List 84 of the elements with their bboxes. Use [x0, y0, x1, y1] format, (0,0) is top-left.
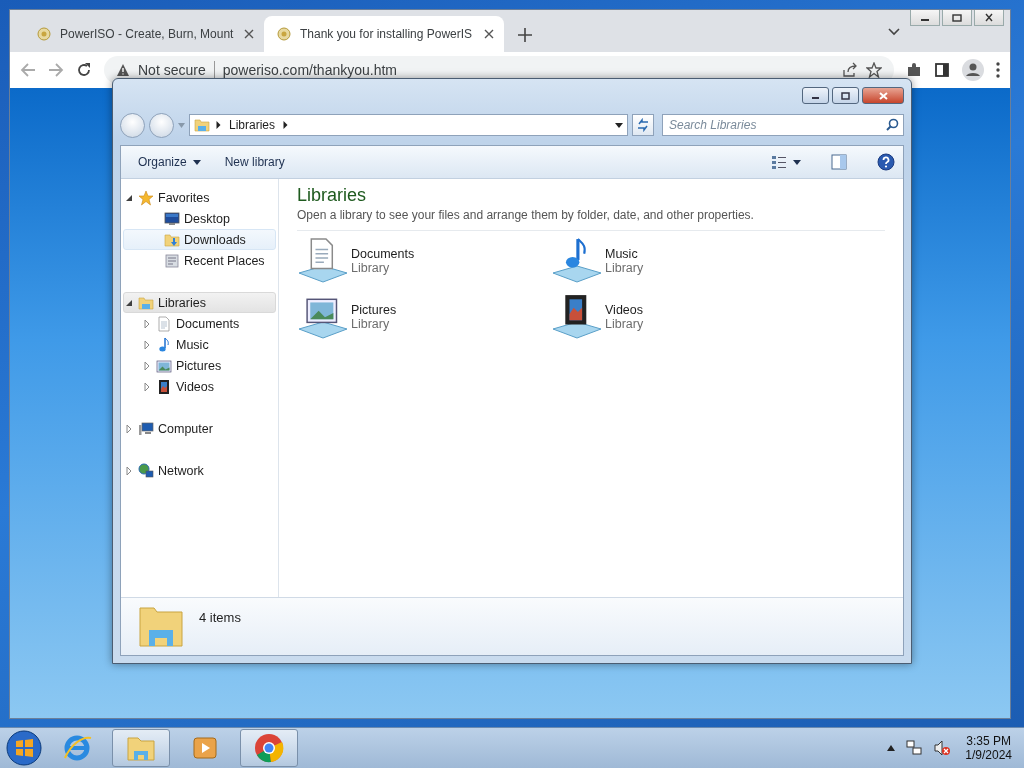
- minimize-button[interactable]: [802, 87, 829, 104]
- star-icon: [138, 189, 154, 206]
- caret-icon[interactable]: [793, 159, 801, 165]
- close-button[interactable]: [862, 87, 904, 104]
- taskbar-app[interactable]: [240, 729, 298, 767]
- volume-muted-icon[interactable]: [933, 739, 952, 757]
- view-options-icon[interactable]: [771, 154, 787, 170]
- picture-icon: [156, 357, 172, 374]
- clock-date: 1/9/2024: [965, 748, 1012, 762]
- nav-item[interactable]: Recent Places: [123, 250, 276, 271]
- nav-item[interactable]: Libraries: [123, 292, 276, 313]
- globe-icon: [276, 26, 292, 42]
- network-icon[interactable]: [905, 739, 924, 757]
- star-outline-icon[interactable]: [866, 62, 882, 78]
- help-icon[interactable]: [877, 153, 895, 171]
- minimize-button[interactable]: [910, 10, 940, 26]
- more-menu-icon[interactable]: [996, 62, 1000, 78]
- library-folder-icon: [138, 294, 154, 311]
- restore-button[interactable]: [942, 10, 972, 26]
- restore-icon: [951, 13, 963, 22]
- browser-tab[interactable]: PowerISO - Create, Burn, Mount: [24, 16, 264, 52]
- network-icon: [138, 462, 154, 479]
- address-field[interactable]: Libraries: [189, 114, 628, 136]
- search-icon[interactable]: [886, 118, 899, 131]
- breadcrumb-arrow-icon[interactable]: [283, 121, 289, 129]
- folder-arrow-icon: [164, 231, 180, 248]
- browser-tab[interactable]: Thank you for installing PowerIS: [264, 16, 504, 52]
- side-panel-icon[interactable]: [934, 62, 950, 78]
- chrome-logo-icon: [253, 732, 285, 764]
- close-icon: [983, 13, 995, 22]
- up-arrow-icon[interactable]: [887, 745, 896, 751]
- library-type: Library: [351, 261, 391, 275]
- window-list-icon: [164, 252, 180, 269]
- breadcrumb-arrow-icon[interactable]: [216, 121, 221, 129]
- toolbar-button[interactable]: New library: [215, 151, 294, 173]
- nav-item[interactable]: Favorites: [123, 187, 276, 208]
- share-icon[interactable]: [842, 62, 858, 78]
- dropdown-caret-icon[interactable]: [615, 122, 623, 128]
- start-button[interactable]: [6, 730, 42, 766]
- nav-item[interactable]: Videos: [123, 376, 276, 397]
- library-type: Library: [605, 261, 644, 275]
- library-folder-icon: [194, 117, 210, 133]
- library-name: Music: [605, 247, 639, 261]
- refresh-icon: [636, 118, 650, 132]
- nav-item[interactable]: Music: [123, 334, 276, 355]
- document-icon: [156, 315, 172, 332]
- globe-icon: [36, 26, 52, 42]
- nav-item[interactable]: Desktop: [123, 208, 276, 229]
- content-title: Libraries: [297, 185, 368, 206]
- item-count: 4 items: [199, 610, 241, 625]
- music-note-icon: [156, 336, 172, 353]
- nav-item[interactable]: Computer: [123, 418, 276, 439]
- nav-item[interactable]: Downloads: [123, 229, 276, 250]
- search-field[interactable]: Search Libraries: [662, 114, 904, 136]
- url-text: poweriso.com/thankyou.htm: [222, 62, 397, 78]
- nav-item[interactable]: Network: [123, 460, 276, 481]
- maximize-button[interactable]: [832, 87, 859, 104]
- content-description: Open a library to see your files and arrange them by folder, date, and other properties.: [297, 208, 885, 231]
- nav-item[interactable]: Pictures: [123, 355, 276, 376]
- new-tab-icon[interactable]: [518, 28, 532, 42]
- library-type: Library: [605, 317, 644, 331]
- library-type: Library: [351, 317, 391, 331]
- security-label: Not secure: [138, 62, 206, 78]
- computer-icon: [138, 420, 154, 437]
- profile-icon[interactable]: [962, 59, 984, 81]
- clock-time: 3:35 PM: [966, 734, 1011, 748]
- film-strip-icon: [156, 378, 172, 395]
- warning-icon: [116, 63, 130, 77]
- library-name: Pictures: [351, 303, 397, 317]
- library-name: Videos: [605, 303, 644, 317]
- toolbar-button[interactable]: Organize: [129, 151, 210, 173]
- close-icon[interactable]: [484, 29, 494, 39]
- nav-item[interactable]: Documents: [123, 313, 276, 334]
- caret-icon: [192, 159, 201, 165]
- chevron-down-icon[interactable]: [888, 28, 900, 36]
- library-name: Documents: [351, 247, 415, 261]
- monitor-icon: [164, 210, 180, 227]
- maximize-icon: [839, 91, 852, 100]
- refresh-button[interactable]: [632, 114, 654, 136]
- close-button[interactable]: [974, 10, 1004, 26]
- taskbar-app[interactable]: [112, 729, 170, 767]
- close-icon[interactable]: [244, 29, 254, 39]
- reload-icon[interactable]: [76, 62, 92, 78]
- puzzle-icon[interactable]: [906, 62, 922, 78]
